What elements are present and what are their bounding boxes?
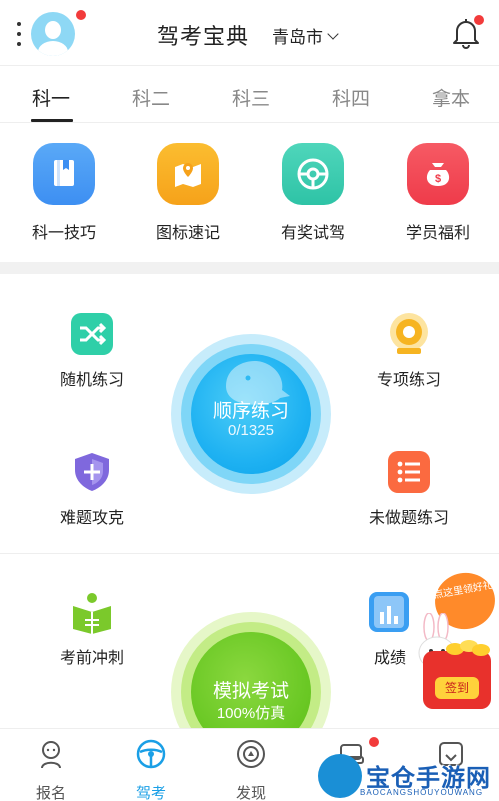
- book-icon: [33, 143, 95, 205]
- city-selector[interactable]: 青岛市: [272, 23, 339, 48]
- top-bar: 驾考宝典 青岛市: [0, 0, 499, 66]
- quick-link-signs[interactable]: 图标速记: [148, 143, 228, 243]
- tab-subject-3[interactable]: 科三: [221, 84, 281, 111]
- quick-link-label: 学员福利: [405, 225, 470, 242]
- pre-exam-sprint-button[interactable]: 考前冲刺: [32, 590, 152, 668]
- site-watermark: 宝仓手游网 BAOCANGSHOUYOUWANG: [316, 752, 499, 801]
- svg-text:$: $: [435, 173, 441, 185]
- topic-practice-label: 专项练习: [376, 372, 441, 389]
- mascot-icon: [226, 361, 290, 405]
- steering-wheel-icon: [282, 143, 344, 205]
- pre-exam-sprint-label: 考前冲刺: [59, 650, 124, 667]
- nav-signup-label: 报名: [35, 785, 66, 801]
- quick-link-benefits[interactable]: $ 学员福利: [398, 143, 478, 243]
- hard-questions-label: 难题攻克: [59, 510, 124, 527]
- tab-subject-1[interactable]: 科一: [21, 84, 81, 111]
- undone-practice-button[interactable]: 未做题练习: [349, 450, 469, 528]
- section-separator: [0, 262, 499, 274]
- book-open-icon: [70, 590, 114, 634]
- avatar-notification-dot: [76, 10, 86, 20]
- quick-link-test-drive[interactable]: 有奖试驾: [273, 143, 353, 243]
- check-in-gift-badge[interactable]: 点这里领好礼 签到: [413, 565, 499, 715]
- app-title: 驾考宝典: [157, 24, 250, 49]
- nav-car-notification-dot: [369, 737, 379, 747]
- topic-practice-button[interactable]: 专项练习: [349, 312, 469, 390]
- bell-notification-dot: [474, 15, 484, 25]
- target-icon: [387, 312, 431, 356]
- bar-chart-icon: [368, 590, 412, 634]
- hard-questions-button[interactable]: 难题攻克: [32, 450, 152, 528]
- undone-practice-label: 未做题练习: [368, 510, 449, 527]
- person-icon: [41, 741, 61, 769]
- list-icon: [387, 450, 431, 494]
- shield-icon: [70, 450, 114, 494]
- check-in-label: 签到: [435, 677, 479, 699]
- more-vertical-icon[interactable]: [16, 22, 22, 46]
- tab-subject-2[interactable]: 科二: [121, 84, 181, 111]
- active-tab-indicator: [31, 119, 73, 122]
- money-bag-icon: $: [407, 143, 469, 205]
- section-divider: [0, 553, 499, 554]
- nav-driving-test[interactable]: 驾考: [121, 739, 181, 801]
- tab-subject-4[interactable]: 科四: [321, 84, 381, 111]
- watermark-subtext: BAOCANGSHOUYOUWANG: [360, 788, 484, 797]
- random-practice-button[interactable]: 随机练习: [32, 312, 152, 390]
- nav-discover-label: 发现: [235, 785, 266, 801]
- sequential-practice-count: 0/1325: [228, 422, 274, 439]
- nav-signup[interactable]: 报名: [21, 739, 81, 801]
- user-avatar-icon[interactable]: [31, 12, 75, 56]
- chevron-down-icon: [327, 27, 339, 40]
- nav-driving-test-label: 驾考: [135, 785, 166, 801]
- watermark-logo-icon: [318, 754, 362, 798]
- discover-icon: [237, 740, 265, 768]
- steering-wheel-icon: [136, 739, 166, 769]
- mock-exam-subtitle: 100%仿真: [216, 705, 286, 722]
- quick-link-label: 科一技巧: [31, 225, 96, 242]
- tab-get-license[interactable]: 拿本: [421, 84, 481, 111]
- quick-link-tips[interactable]: 科一技巧: [24, 143, 104, 243]
- gold-coins-icon: [446, 640, 490, 656]
- subject-tabs: 科一 科二 科三 科四 拿本: [0, 68, 499, 123]
- quick-link-label: 有奖试驾: [280, 225, 345, 242]
- quick-link-label: 图标速记: [155, 225, 220, 242]
- map-pin-icon: [157, 143, 219, 205]
- nav-discover[interactable]: 发现: [221, 739, 281, 801]
- random-practice-label: 随机练习: [59, 372, 124, 389]
- mock-exam-label: 模拟考试: [212, 681, 289, 702]
- city-label: 青岛市: [272, 28, 323, 47]
- app-screen: 驾考宝典 青岛市 科一 科二 科三 科四 拿本 科一技巧 图标速记 有奖试驾 $…: [0, 0, 499, 801]
- shuffle-icon: [70, 312, 114, 356]
